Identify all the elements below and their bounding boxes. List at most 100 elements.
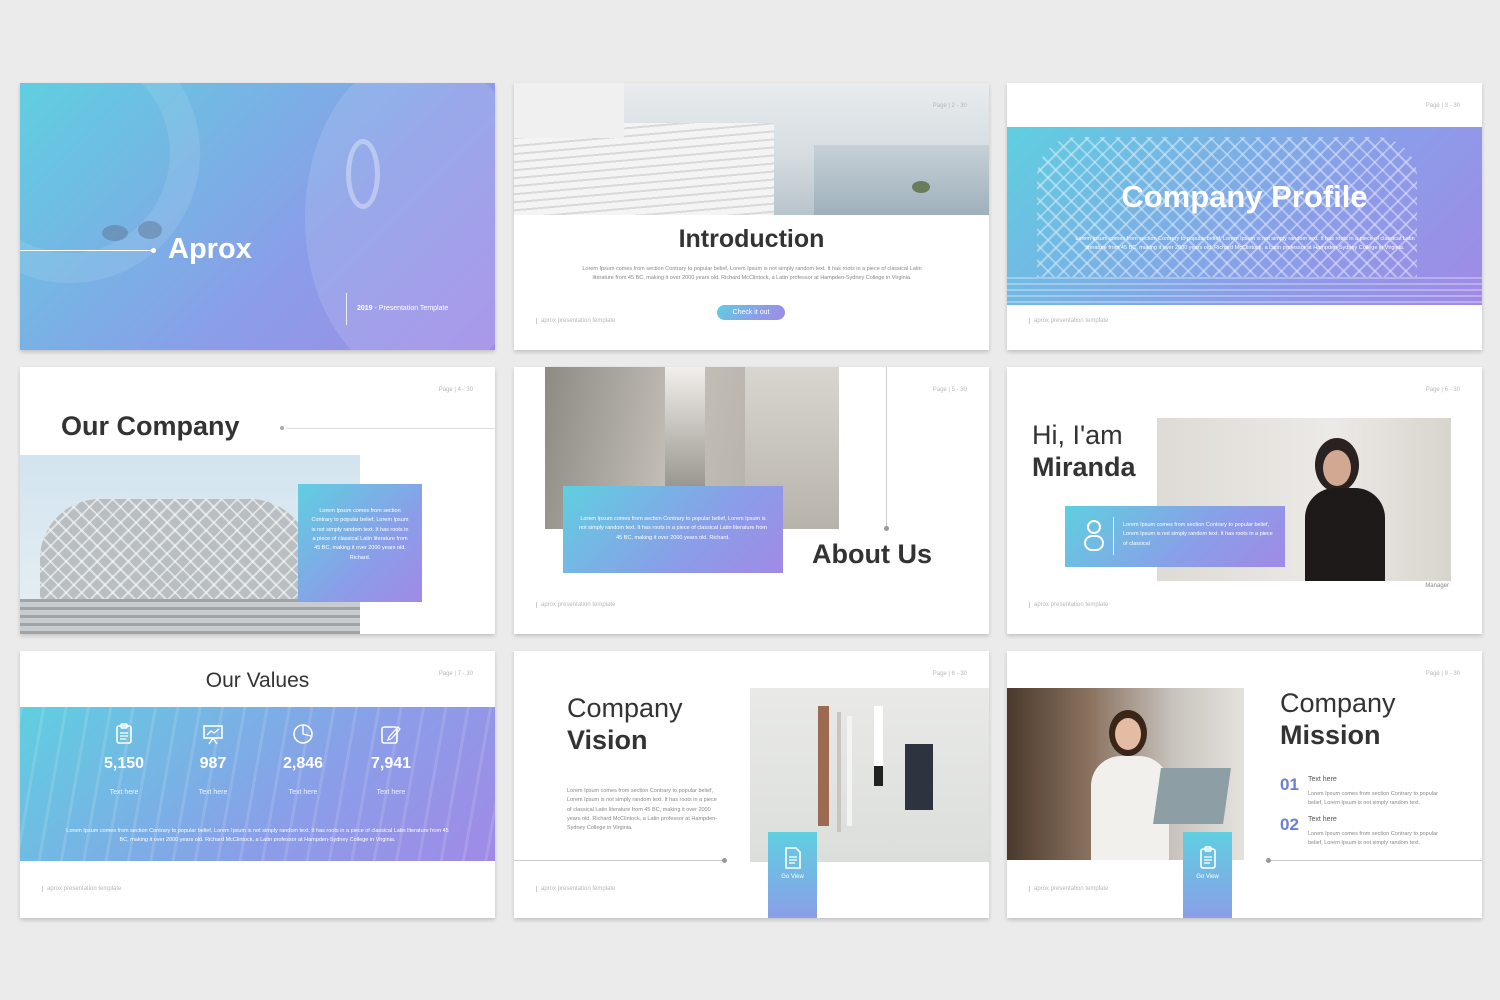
about-vertical-dot (884, 526, 889, 531)
about-title: About Us (812, 539, 932, 569)
cover-year: 2019 (357, 305, 373, 312)
cover-year-divider (346, 293, 347, 325)
cover-subtitle: 2019 - Presentation Template (357, 305, 448, 312)
miranda-name: Miranda (1032, 452, 1136, 482)
ourco-title-dot (280, 426, 284, 430)
cover-tree-left (102, 225, 128, 241)
values-body: Lorem Ipsum comes from section Contrary … (66, 828, 449, 844)
mission-item-2-body: Lorem Ipsum comes from section Contrary … (1308, 831, 1438, 847)
intro-photo-tree (912, 181, 930, 193)
slide-profile-miranda[interactable]: Page | 6 - 30 Hi, I'am Miranda Lorem Ips… (1007, 367, 1482, 634)
cover-title: Aprox (168, 233, 252, 265)
mission-title-bold: Mission (1280, 720, 1381, 750)
miranda-icon-divider (1113, 517, 1114, 555)
intro-photo-wall (514, 83, 624, 138)
document-icon (784, 847, 801, 869)
intro-photo-stairs (514, 83, 989, 215)
vision-line (514, 860, 724, 861)
vision-body: Lorem Ipsum comes from section Contrary … (567, 788, 718, 832)
profile-title: Company Profile (1121, 179, 1368, 214)
cover-round-window (346, 139, 380, 209)
miranda-footer: aprox presentation template (1029, 602, 1108, 608)
ourco-body: Lorem Ipsum comes from section Contrary … (311, 508, 409, 561)
ourco-building (40, 499, 310, 599)
slide-company-profile[interactable]: Page | 3 - 30 Company Profile Lorem Ipsu… (1007, 83, 1482, 350)
miranda-role: Manager (1425, 583, 1449, 589)
mission-page-number: Page | 9 - 30 (1425, 671, 1460, 677)
vision-go-view-button[interactable]: Go View (768, 832, 817, 918)
vision-page-number: Page | 8 - 30 (932, 671, 967, 677)
slide-introduction[interactable]: Page | 2 - 30 Introduction Lorem Ipsum c… (514, 83, 989, 350)
miranda-greeting: Hi, I'am (1032, 420, 1123, 450)
ourco-title-line (286, 428, 495, 429)
miranda-body: Lorem Ipsum comes from section Contrary … (1123, 522, 1273, 547)
intro-photo-sea (814, 145, 989, 215)
miranda-photo-body (1305, 488, 1385, 581)
values-stat-4-value: 7,941 (370, 755, 412, 772)
vision-photo-card (905, 744, 933, 810)
slide-about-us[interactable]: Page | 5 - 30 Lorem Ipsum comes from sec… (514, 367, 989, 634)
about-footer: aprox presentation template (536, 602, 615, 608)
vision-footer: aprox presentation template (536, 886, 615, 892)
mission-item-1-number: 01 (1280, 775, 1299, 794)
cover-title-line (20, 250, 154, 251)
mission-item-2-number: 02 (1280, 815, 1299, 834)
miranda-person-icon (1081, 518, 1107, 554)
values-footer: aprox presentation template (42, 886, 121, 892)
person-icon (1084, 520, 1104, 551)
profile-footer: aprox presentation template (1029, 318, 1108, 324)
mission-item-1-body: Lorem Ipsum comes from section Contrary … (1308, 791, 1438, 807)
pie-chart-icon (293, 724, 313, 744)
mission-item-2-heading: Text here (1308, 816, 1337, 823)
mission-photo-person-face (1115, 718, 1141, 750)
intro-body: Lorem Ipsum comes from section Contrary … (582, 266, 922, 282)
slide-our-values[interactable]: Page | 7 - 30 Our Values 5,150 Text here… (20, 651, 495, 918)
vision-go-view-label: Go View (781, 874, 804, 880)
vision-line-dot (722, 858, 727, 863)
about-body: Lorem Ipsum comes from section Contrary … (579, 516, 767, 541)
values-stat-1: 5,150 Text here (86, 723, 162, 796)
profile-building-base (1007, 277, 1482, 305)
cover-tree-right (138, 221, 162, 239)
ourco-building-base (20, 599, 360, 634)
profile-body: Lorem Ipsum comes from section Contrary … (1075, 236, 1415, 252)
vision-photo-pencil-2 (847, 716, 852, 826)
miranda-photo-face (1323, 450, 1351, 486)
profile-page-number: Page | 3 - 30 (1425, 103, 1460, 109)
mission-go-view-button[interactable]: Go View (1183, 832, 1232, 918)
values-stat-4: 7,941 Text here (353, 723, 429, 796)
values-stat-1-value: 5,150 (103, 755, 145, 772)
values-stat-3-value: 2,846 (282, 755, 324, 772)
pencil-icon (381, 726, 401, 744)
mission-go-view-label: Go View (1196, 874, 1219, 880)
mission-photo-laptop (1153, 768, 1231, 824)
values-stat-1-label: Text here (109, 789, 139, 796)
vision-photo-pen (874, 706, 883, 786)
about-page-number: Page | 5 - 30 (932, 387, 967, 393)
vision-photo-pencil-1 (837, 712, 841, 832)
slide-company-vision[interactable]: Page | 8 - 30 Company Vision Lorem Ipsum… (514, 651, 989, 918)
cover-title-dot (151, 248, 156, 253)
profile-banner (1007, 127, 1482, 305)
cover-subtitle-text: Presentation Template (378, 305, 449, 312)
ourco-page-number: Page | 4 - 30 (438, 387, 473, 393)
clipboard-icon (116, 723, 132, 744)
mission-title-light: Company (1280, 688, 1396, 718)
ourco-title: Our Company (61, 411, 240, 441)
slide-our-company[interactable]: Page | 4 - 30 Our Company Lorem Ipsum co… (20, 367, 495, 634)
slide-cover[interactable]: Aprox 2019 - Presentation Template (20, 83, 495, 350)
mission-item-1-heading: Text here (1308, 776, 1337, 783)
values-stat-2-value: 987 (199, 755, 227, 772)
mission-footer: aprox presentation template (1029, 886, 1108, 892)
intro-check-button[interactable]: Check it out (717, 305, 785, 320)
vision-title-light: Company (567, 693, 683, 723)
values-stat-2-label: Text here (198, 789, 228, 796)
intro-footer: aprox presentation template (536, 318, 615, 324)
clipboard-icon (1199, 846, 1216, 869)
values-stat-3: 2,846 Text here (265, 723, 341, 796)
slide-company-mission[interactable]: Page | 9 - 30 Go View Company Mission 01… (1007, 651, 1482, 918)
values-stat-2: 987 Text here (175, 723, 251, 796)
values-stat-4-label: Text here (376, 789, 406, 796)
intro-page-number: Page | 2 - 30 (932, 103, 967, 109)
intro-title: Introduction (678, 225, 825, 253)
